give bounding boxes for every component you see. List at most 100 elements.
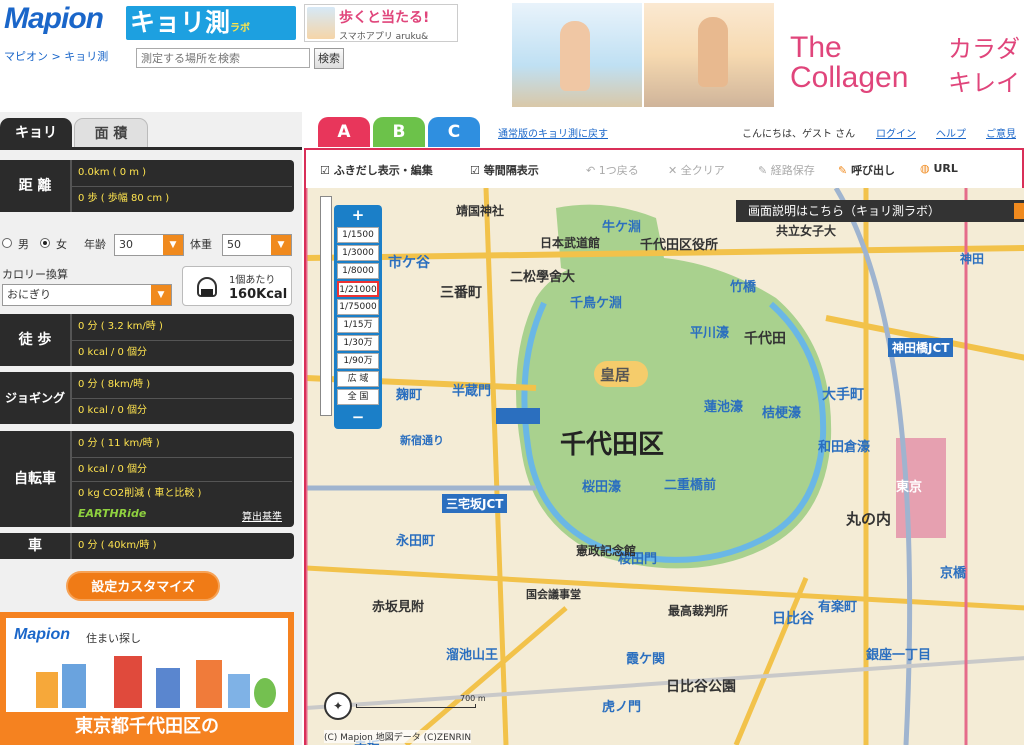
map-label: 蓮池濠 bbox=[704, 400, 744, 415]
zoom-level[interactable]: 1/3000 bbox=[337, 245, 379, 261]
promo-title: 東京都千代田区の bbox=[75, 716, 219, 737]
save-route-button[interactable]: ✎ 経路保存 bbox=[758, 162, 815, 178]
map-label: 有楽町 bbox=[818, 600, 858, 615]
promo-logo: Mapion bbox=[14, 626, 70, 643]
earthride-logo[interactable]: EARTHRide bbox=[78, 507, 146, 520]
zoom-level[interactable]: 1/1500 bbox=[337, 227, 379, 243]
map-label: 二松學舍大 bbox=[510, 270, 576, 285]
food-select[interactable]: おにぎり ▼ bbox=[2, 284, 172, 306]
bike-kcal: 0 kcal / 0 個分 bbox=[72, 457, 292, 481]
map-label: 憲政記念館 bbox=[576, 544, 637, 558]
car-label: 車 bbox=[28, 538, 42, 554]
map-label: 平川濠 bbox=[690, 326, 730, 341]
age-select[interactable]: 30 ▼ bbox=[114, 234, 184, 256]
map-label: 溜池山王 bbox=[446, 648, 499, 663]
map-label: 麹町 bbox=[396, 388, 423, 403]
car-time: 0 分 ( 40km/時 ) bbox=[78, 540, 157, 551]
url-button[interactable]: ◍ URL bbox=[920, 162, 958, 175]
search-input[interactable] bbox=[136, 48, 310, 68]
ad-text-3: カラダ bbox=[948, 35, 1020, 63]
help-link[interactable]: ヘルプ bbox=[936, 125, 966, 140]
zoom-level[interactable]: 広 域 bbox=[337, 371, 379, 387]
distance-km: 0.0km ( 0 m ) bbox=[78, 167, 147, 178]
route-tab-c[interactable]: C bbox=[428, 117, 480, 147]
banner-thumbnail bbox=[307, 7, 335, 39]
route-tab-b[interactable]: B bbox=[373, 117, 425, 147]
undo-button[interactable]: ↶ 1つ戻る bbox=[586, 162, 639, 178]
map-label: 神田橋JCT bbox=[888, 338, 954, 357]
ad-text-1: The bbox=[790, 31, 842, 64]
zoom-level[interactable]: 1/75000 bbox=[337, 299, 379, 315]
map-label: 半蔵門 bbox=[452, 384, 492, 399]
clear-button[interactable]: ✕ 全クリア bbox=[668, 162, 725, 178]
house-icon bbox=[114, 656, 142, 708]
age-label: 年齢 bbox=[84, 238, 106, 251]
map-label: 三番町 bbox=[440, 285, 482, 301]
weight-select[interactable]: 50 ▼ bbox=[222, 234, 292, 256]
header: Mapion キョリ測ラボ 歩くと当たる! スマホアプリ aruku& マピオン… bbox=[0, 0, 1024, 112]
walk-time: 0 分 ( 3.2 km/時 ) bbox=[78, 321, 163, 332]
map-label: 東京 bbox=[896, 480, 923, 495]
customize-button[interactable]: 設定カスタマイズ bbox=[66, 571, 220, 601]
basis-link[interactable]: 算出基準 bbox=[242, 508, 282, 523]
house-icon bbox=[156, 668, 180, 708]
banner-sub: スマホアプリ aruku& bbox=[339, 32, 429, 42]
feedback-link[interactable]: ご意見 bbox=[986, 125, 1016, 140]
search-button[interactable]: 検索 bbox=[314, 48, 344, 69]
check-icon: ☑ bbox=[320, 164, 330, 177]
aruku-banner[interactable]: 歩くと当たる! スマホアプリ aruku& bbox=[304, 4, 458, 42]
kyori-sokutei-logo[interactable]: キョリ測ラボ bbox=[126, 6, 296, 40]
zoom-level[interactable]: 1/30万 bbox=[337, 335, 379, 351]
map-label: 牛ケ淵 bbox=[602, 220, 642, 235]
zoom-level[interactable]: 1/8000 bbox=[337, 263, 379, 279]
ad-photo-runner bbox=[512, 3, 642, 107]
login-link[interactable]: ログイン bbox=[876, 125, 916, 140]
house-icon bbox=[62, 664, 86, 708]
zoom-level[interactable]: 1/90万 bbox=[337, 353, 379, 369]
help-hint-bar[interactable]: 画面説明はこちら（キョリ測ラボ） bbox=[736, 200, 1024, 222]
mapion-logo[interactable]: Mapion bbox=[4, 2, 104, 36]
map-label: 日本武道館 bbox=[540, 236, 601, 250]
map-label: 和田倉濠 bbox=[818, 440, 871, 455]
route-tab-a[interactable]: A bbox=[318, 117, 370, 147]
rice-ball-card: 1個あたり 160Kcal bbox=[182, 266, 292, 306]
male-radio[interactable] bbox=[2, 238, 12, 248]
calorie-label: カロリー換算 bbox=[2, 268, 68, 281]
map-label: 銀座一丁目 bbox=[866, 648, 932, 663]
zoom-out-button[interactable]: − bbox=[338, 409, 378, 425]
car-section: 車 0 分 ( 40km/時 ) bbox=[0, 533, 294, 559]
bike-label: 自転車 bbox=[14, 471, 56, 487]
breadcrumb[interactable]: マピオン > キョリ測 bbox=[4, 48, 108, 64]
woman-figure bbox=[698, 17, 728, 87]
advertisement[interactable]: The Collagen カラダ キレイ bbox=[512, 3, 1024, 107]
zoom-level-current[interactable]: 1/21000 bbox=[337, 281, 379, 297]
zoom-rail[interactable] bbox=[320, 196, 332, 416]
zoom-in-button[interactable]: + bbox=[338, 207, 378, 223]
promo-image: Mapion 住まい探し bbox=[6, 618, 288, 712]
undo-icon: ↶ bbox=[586, 164, 596, 177]
balloon-checkbox[interactable]: ☑ ふきだし表示・編集 bbox=[320, 162, 433, 178]
banner-title: 歩くと当たる! bbox=[339, 10, 430, 26]
map-label: 神田 bbox=[960, 252, 985, 266]
distance-section: 距 離 0.0km ( 0 m ) 0 歩 ( 歩幅 80 cm ) bbox=[0, 160, 294, 212]
distance-label: 距 離 bbox=[18, 178, 52, 194]
tab-distance[interactable]: キョリ bbox=[0, 118, 72, 148]
map-canvas[interactable]: 千代田区 皇居 三番町 二松學舍大 日本武道館 千代田区役所 市ケ谷 半蔵門 千… bbox=[304, 188, 1024, 745]
recall-button[interactable]: ✎ 呼び出し bbox=[838, 162, 895, 178]
map-label: 新宿通り bbox=[400, 434, 444, 447]
map-toolbar: ☑ ふきだし表示・編集 ☑ 等間隔表示 ↶ 1つ戻る ✕ 全クリア ✎ 経路保存… bbox=[304, 148, 1024, 188]
tab-area[interactable]: 面 積 bbox=[74, 118, 148, 148]
bike-section: 自転車 0 分 ( 11 km/時 ) 0 kcal / 0 個分 0 kg C… bbox=[0, 431, 294, 527]
close-icon[interactable] bbox=[1014, 203, 1024, 219]
jog-kcal: 0 kcal / 0 個分 bbox=[72, 398, 292, 422]
zoom-level[interactable]: 全 国 bbox=[337, 389, 379, 405]
map-label: 皇居 bbox=[600, 366, 631, 384]
greeting: こんにちは、ゲスト さん bbox=[742, 129, 856, 140]
interval-checkbox[interactable]: ☑ 等間隔表示 bbox=[470, 162, 539, 178]
map-label: 千代田区役所 bbox=[640, 238, 719, 253]
walk-label: 徒 歩 bbox=[18, 332, 52, 348]
back-to-classic-link[interactable]: 通常版のキョリ測に戻す bbox=[498, 125, 608, 140]
zoom-level[interactable]: 1/15万 bbox=[337, 317, 379, 333]
female-radio[interactable] bbox=[40, 238, 50, 248]
housing-promo[interactable]: Mapion 住まい探し 東京都千代田区の bbox=[0, 612, 294, 745]
